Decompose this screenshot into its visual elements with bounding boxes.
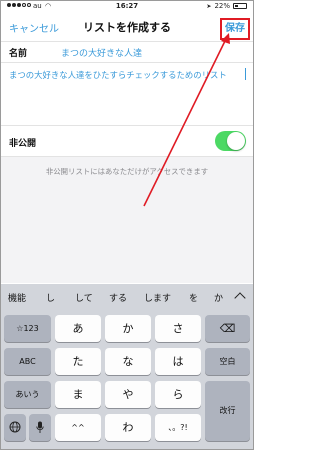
- private-note-area: 非公開リストにはあなただけがアクセスできます: [1, 157, 253, 283]
- suggestion[interactable]: して: [75, 291, 93, 304]
- key-wa[interactable]: わ: [105, 414, 151, 441]
- mic-icon[interactable]: [29, 414, 51, 441]
- backspace-icon[interactable]: ⌫: [205, 315, 250, 342]
- suggestion[interactable]: し: [46, 291, 55, 304]
- numbers-key[interactable]: ☆123: [4, 315, 51, 342]
- private-row: 非公開: [1, 125, 253, 157]
- status-bar: au ◠ 16:27 ➤ 22%: [1, 1, 253, 13]
- suggestion[interactable]: を: [189, 291, 198, 304]
- key-ra[interactable]: ら: [155, 381, 201, 408]
- app-screen: au ◠ 16:27 ➤ 22% キャンセル リストを作成する 保存 名前 まつ…: [0, 0, 254, 450]
- space-key[interactable]: 空白: [205, 348, 250, 375]
- description-row: まつの大好きな人達をひたすらチェックするためのリスト: [1, 63, 253, 125]
- toggle-knob: [227, 132, 245, 150]
- key-a[interactable]: あ: [55, 315, 101, 342]
- chevron-up-icon[interactable]: [234, 292, 246, 304]
- name-field[interactable]: まつの大好きな人達: [61, 46, 142, 59]
- battery-percent: 22%: [214, 2, 230, 10]
- private-toggle[interactable]: [215, 131, 246, 151]
- key-ka[interactable]: か: [105, 315, 151, 342]
- key-sa[interactable]: さ: [155, 315, 201, 342]
- key-dakuten[interactable]: ^^: [55, 414, 101, 441]
- key-ha[interactable]: は: [155, 348, 201, 375]
- battery-icon: [233, 3, 247, 9]
- predictive-bar: 機能 し して する します を か: [1, 284, 253, 310]
- nav-bar: キャンセル リストを作成する 保存: [1, 13, 253, 41]
- name-label: 名前: [9, 49, 28, 59]
- name-row: 名前 まつの大好きな人達: [1, 41, 253, 63]
- suggestion[interactable]: します: [144, 291, 171, 304]
- globe-icon[interactable]: [4, 414, 26, 441]
- private-note: 非公開リストにはあなただけがアクセスできます: [45, 167, 209, 176]
- abc-key[interactable]: ABC: [4, 348, 51, 375]
- text-cursor: [245, 68, 246, 80]
- key-ta[interactable]: た: [55, 348, 101, 375]
- location-icon: ➤: [206, 2, 212, 10]
- page-title: リストを作成する: [83, 21, 171, 34]
- suggestion[interactable]: する: [109, 291, 127, 304]
- key-na[interactable]: な: [105, 348, 151, 375]
- keyboard: ☆123 あ か さ ⌫ ABC た な は 空白 あいう ま や ら 改行 ^…: [1, 310, 253, 449]
- suggestion[interactable]: 機能: [8, 291, 26, 304]
- return-key[interactable]: 改行: [205, 381, 250, 441]
- hiragana-key[interactable]: あいう: [4, 381, 51, 408]
- key-ya[interactable]: や: [105, 381, 151, 408]
- save-button[interactable]: 保存: [220, 18, 250, 40]
- key-punctuation[interactable]: 、。?!: [155, 414, 201, 441]
- description-field[interactable]: まつの大好きな人達をひたすらチェックするためのリスト: [9, 69, 227, 81]
- key-ma[interactable]: ま: [55, 381, 101, 408]
- private-label: 非公開: [9, 139, 37, 149]
- suggestion[interactable]: か: [214, 291, 223, 304]
